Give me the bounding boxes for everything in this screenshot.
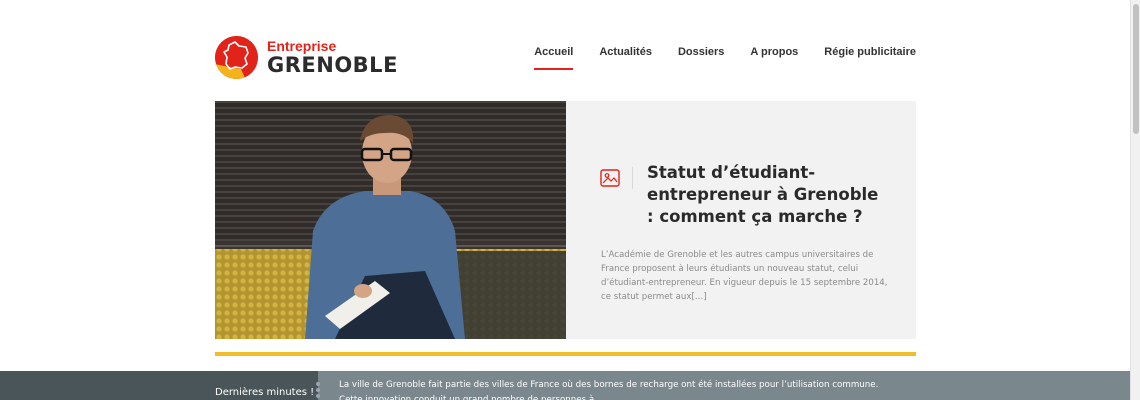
- france-map-icon: [215, 36, 258, 79]
- scrollbar-thumb[interactable]: [1133, 4, 1139, 134]
- featured-article-excerpt: L’Académie de Grenoble et les autres cam…: [601, 250, 888, 302]
- ticker-separator-icon: [316, 382, 320, 398]
- ticker-label: Dernières minutes !: [215, 387, 315, 398]
- page-scrollbar[interactable]: [1130, 0, 1140, 400]
- accent-divider: [215, 352, 916, 356]
- nav-item-dossiers[interactable]: Dossiers: [678, 46, 724, 70]
- nav-item-a-propos[interactable]: A propos: [750, 46, 798, 70]
- logo-title-bottom: GRENOBLE: [267, 53, 398, 77]
- logo-title-top: Entreprise: [267, 38, 337, 54]
- ticker-news-text[interactable]: La ville de Grenoble fait partie des vil…: [339, 378, 899, 400]
- main-nav: Accueil Actualités Dossiers A propos Rég…: [508, 46, 916, 70]
- site-header: Entreprise GRENOBLE Accueil Actualités D…: [215, 36, 916, 84]
- featured-article-image[interactable]: [215, 101, 566, 339]
- news-ticker: Dernières minutes ! La ville de Grenoble…: [0, 371, 1130, 400]
- nav-item-actualites[interactable]: Actualités: [599, 46, 652, 70]
- nav-item-accueil[interactable]: Accueil: [534, 46, 574, 70]
- site-logo[interactable]: Entreprise GRENOBLE: [215, 36, 398, 79]
- featured-article-title[interactable]: Statut d’étudiant-entrepreneur à Grenobl…: [647, 162, 882, 228]
- nav-item-regie-publicitaire[interactable]: Régie publicitaire: [824, 46, 916, 70]
- featured-article: Statut d’étudiant-entrepreneur à Grenobl…: [215, 101, 916, 339]
- title-divider: [632, 167, 633, 189]
- featured-article-panel: Statut d’étudiant-entrepreneur à Grenobl…: [566, 101, 916, 339]
- image-format-icon: [599, 167, 621, 189]
